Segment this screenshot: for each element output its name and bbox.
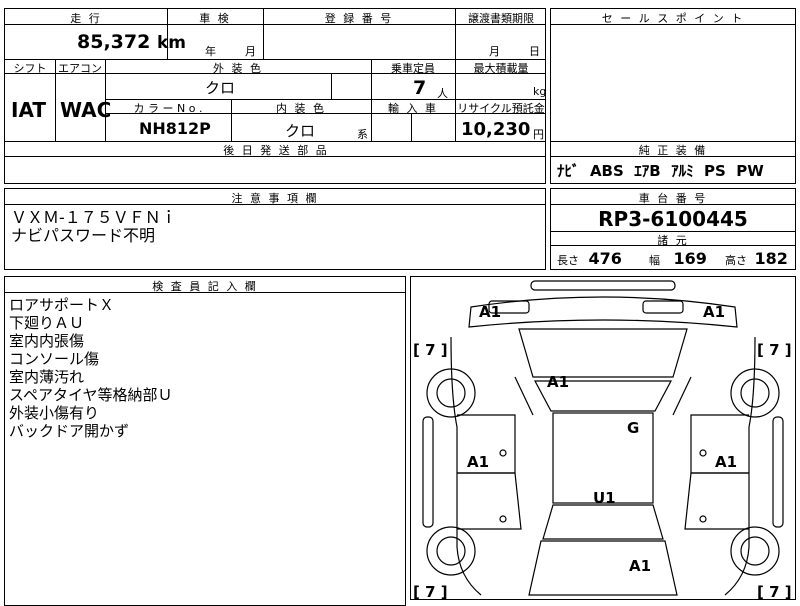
rear-hatch-shape (528, 540, 678, 596)
inspector-lines: ロアサポートＸ 下廻りＡＵ 室内内張傷 コンソール傷 室内薄汚れ スペアタイヤ等… (9, 296, 173, 440)
recycle-value: 10,230 (461, 119, 531, 140)
width-value: 169 (673, 249, 707, 268)
inspector-line-8: バックドア開かず (9, 422, 130, 440)
tire-mark-rear-left: [ 7 ] (413, 583, 448, 600)
mark-front-left: A1 (479, 303, 501, 321)
recycle-label: リサイクル預託金 (457, 102, 545, 115)
mark-left-side: A1 (467, 453, 489, 471)
car-diagram: A1 A1 A1 G A1 A1 U1 A1 [ 7 ] [ 7 ] [ 7 ]… (413, 280, 792, 600)
length-value: 476 (588, 249, 622, 268)
max-load-label: 最大積載量 (473, 62, 529, 75)
inspector-line-4: コンソール傷 (9, 350, 100, 368)
body-outline-shape (450, 336, 756, 596)
height-value: 182 (754, 249, 788, 268)
inspector-line-3: 室内内張傷 (9, 332, 85, 350)
car-diagram-panel: A1 A1 A1 G A1 A1 U1 A1 [ 7 ] [ 7 ] [ 7 ]… (410, 276, 796, 600)
interior-color-label: 内 装 色 (276, 102, 326, 115)
inspection-year: 年 (205, 45, 216, 58)
tire-mark-rear-right: [ 7 ] (757, 583, 792, 600)
length-label: 長さ (557, 254, 579, 267)
inspector-label: 検 査 員 記 入 欄 (152, 280, 258, 293)
left-rear-door-shape (457, 472, 522, 530)
inspection-month: 月 (245, 45, 256, 58)
mileage-unit: km (156, 33, 186, 53)
exterior-color-value: クロ (205, 79, 236, 97)
interior-color-suffix: 系 (357, 128, 368, 141)
transfer-day: 日 (529, 45, 540, 58)
inspector-line-6: スペアタイヤ等格納部Ｕ (9, 386, 173, 404)
max-load-unit: kg (533, 85, 547, 98)
inspector-panel: 検 査 員 記 入 欄 ロアサポートＸ 下廻りＡＵ 室内内張傷 コンソール傷 室… (4, 276, 406, 606)
chassis-number: RP3-6100445 (598, 207, 748, 231)
tire-mark-front-right: [ 7 ] (757, 341, 792, 359)
notes-panel: 注 意 事 項 欄 ＶＸＭ-１７５ＶＦＮｉ ナビパスワード不明 (4, 188, 546, 270)
inspector-line-1: ロアサポートＸ (9, 296, 115, 314)
inspection-label: 車 検 (199, 12, 231, 25)
mark-roof: G (627, 419, 639, 437)
ac-label: エアコン (58, 62, 102, 75)
capacity-value: 7 (413, 77, 427, 99)
notes-line-2: ナビパスワード不明 (11, 226, 156, 245)
exterior-color-label: 外 装 色 (213, 62, 263, 75)
ac-value: WAC (60, 98, 112, 122)
color-no-label: カ ラ ー N o . (133, 102, 203, 115)
sales-point-panel: セ ー ル ス ポ イ ン ト 純 正 装 備 ﾅﾋﾞ ABS ｴｱB ｱﾙﾐ … (550, 8, 796, 184)
transfer-month: 月 (489, 45, 500, 58)
tire-mark-front-left: [ 7 ] (413, 341, 448, 359)
shift-label: シフト (13, 62, 47, 75)
front-bumper-shape (530, 280, 676, 291)
height-label: 高さ (725, 254, 747, 267)
standard-equipment-label: 純 正 装 備 (638, 144, 708, 157)
mark-right-side: A1 (715, 453, 737, 471)
chassis-label: 車 台 番 号 (638, 192, 708, 205)
later-parts-label: 後 日 発 送 部 品 (223, 144, 329, 157)
rear-window-shape (542, 504, 664, 540)
front-left-wheel-shape (426, 368, 476, 418)
shift-value: IAT (11, 98, 47, 122)
chassis-panel: 車 台 番 号 RP3-6100445 諸 元 長さ 476 幅 169 高さ … (550, 188, 796, 270)
sales-point-label: セ ー ル ス ポ イ ン ト (601, 12, 745, 25)
rear-right-wheel-shape (730, 526, 780, 576)
import-label: 輸 入 車 (388, 102, 438, 115)
vehicle-info-table: 走 行 車 検 登 録 番 号 譲渡書類期限 85,372 km 年 月 月 日… (4, 8, 546, 184)
transfer-deadline-label: 譲渡書類期限 (468, 12, 534, 25)
interior-color-value: クロ (285, 122, 316, 140)
inspector-line-2: 下廻りＡＵ (9, 314, 85, 332)
mark-rear-center: U1 (593, 489, 616, 507)
inspector-line-7: 外装小傷有り (9, 404, 100, 422)
inspector-line-5: 室内薄汚れ (9, 368, 85, 386)
mark-hood: A1 (547, 373, 569, 391)
capacity-unit: 人 (437, 87, 448, 100)
mileage-label: 走 行 (70, 12, 102, 25)
recycle-unit: 円 (533, 128, 544, 141)
capacity-label: 乗車定員 (391, 62, 435, 75)
mark-rear-bottom: A1 (629, 557, 651, 575)
right-rear-door-shape (684, 472, 749, 530)
color-no-value: NH812P (139, 119, 211, 138)
notes-label: 注 意 事 項 欄 (231, 192, 319, 205)
mark-front-right: A1 (703, 303, 725, 321)
right-headlight-shape (642, 300, 684, 314)
width-label: 幅 (649, 254, 660, 267)
hood-shape (518, 328, 688, 378)
mileage-value: 85,372 (77, 31, 151, 53)
front-right-wheel-shape (730, 368, 780, 418)
notes-line-1: ＶＸＭ-１７５ＶＦＮｉ (11, 208, 177, 227)
rear-left-wheel-shape (426, 526, 476, 576)
standard-equipment-value: ﾅﾋﾞ ABS ｴｱB ｱﾙﾐ PS PW (557, 162, 764, 180)
registration-label: 登 録 番 号 (324, 12, 394, 25)
specs-label: 諸 元 (657, 234, 689, 247)
notes-lines: ＶＸＭ-１７５ＶＦＮｉ ナビパスワード不明 (11, 209, 177, 245)
